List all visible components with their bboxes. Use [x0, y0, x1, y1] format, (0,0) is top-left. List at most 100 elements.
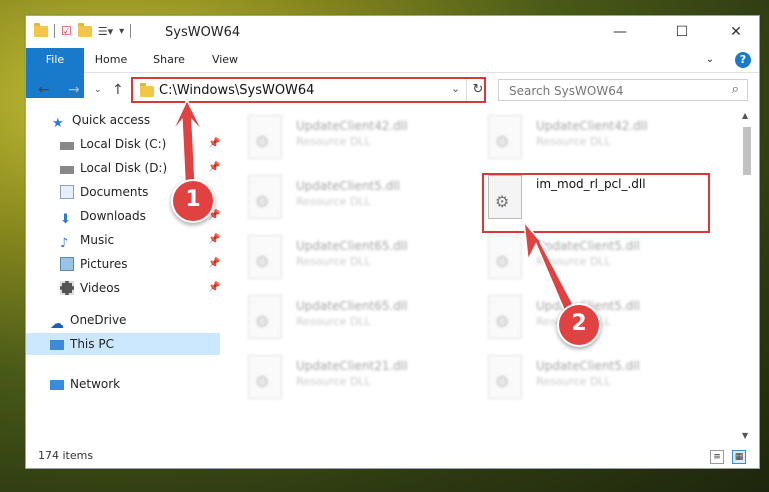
- up-arrow-icon[interactable]: ↑: [112, 82, 124, 98]
- sidebar-item-onedrive[interactable]: ☁ OneDrive: [50, 309, 127, 332]
- status-bar: 174 items ≡ ▦: [26, 446, 759, 468]
- sidebar-item-pictures[interactable]: Pictures: [60, 253, 128, 275]
- sidebar-item-network[interactable]: Network: [50, 373, 120, 395]
- search-icon: ⌕: [731, 82, 739, 97]
- file-name: UpdateClient21.dll: [296, 359, 408, 373]
- computer-icon: [50, 340, 64, 350]
- expand-ribbon-icon[interactable]: ⌄: [700, 48, 720, 72]
- address-path[interactable]: C:\Windows\SysWOW64: [159, 83, 314, 98]
- ribbon-tabs: File Home Share View ⌄ ?: [26, 48, 759, 98]
- file-name: UpdateClient5.dll: [536, 359, 640, 373]
- file-item[interactable]: ⚙ UpdateClient42.dll Resource DLL: [248, 115, 468, 165]
- address-row: ← → ⌄ ↑ C:\Windows\SysWOW64 ⌄ ↻ ⌕: [26, 73, 759, 107]
- address-bar[interactable]: C:\Windows\SysWOW64 ⌄: [131, 77, 486, 103]
- file-item[interactable]: ⚙ UpdateClient5.dll Resource DLL: [488, 355, 708, 405]
- sidebar-item-label: OneDrive: [70, 313, 127, 327]
- sidebar-item-this-pc[interactable]: This PC: [26, 333, 220, 355]
- file-item[interactable]: ⚙ UpdateClient42.dll Resource DLL: [488, 115, 708, 165]
- scroll-up-icon[interactable]: ▲: [742, 111, 748, 120]
- customize-icon[interactable]: ☰▾: [98, 25, 113, 38]
- new-folder-icon[interactable]: [77, 22, 92, 37]
- back-arrow-icon[interactable]: ←: [38, 82, 50, 98]
- properties-icon[interactable]: ☑: [61, 24, 72, 38]
- sidebar-item-videos[interactable]: Videos: [60, 277, 120, 299]
- sidebar-item-quick-access[interactable]: ★ Quick access: [52, 109, 150, 131]
- help-icon[interactable]: ?: [735, 52, 751, 68]
- qat-dropdown-icon[interactable]: ▾: [119, 26, 124, 37]
- sidebar-item-documents[interactable]: Documents: [60, 181, 148, 203]
- toolbar-separator: [130, 24, 132, 38]
- file-list: ⚙ UpdateClient42.dll Resource DLL ⚙ Upda…: [226, 107, 740, 442]
- folder-icon[interactable]: [34, 22, 48, 37]
- close-button[interactable]: ✕: [713, 16, 759, 48]
- tab-home[interactable]: Home: [86, 48, 136, 72]
- pictures-icon: [60, 257, 74, 271]
- pin-icon[interactable]: 📌: [208, 138, 220, 149]
- file-type: Resource DLL: [296, 135, 371, 148]
- large-icons-view-icon[interactable]: ▦: [732, 450, 746, 464]
- file-name: UpdateClient65.dll: [296, 239, 408, 253]
- dll-file-icon: ⚙: [488, 355, 522, 399]
- sidebar-item-label: Network: [70, 377, 121, 391]
- file-name: UpdateClient42.dll: [296, 119, 408, 133]
- file-name: UpdateClient5.dll: [536, 239, 640, 253]
- sidebar-item-downloads[interactable]: ⬇ Downloads: [60, 205, 146, 227]
- forward-arrow-icon[interactable]: →: [68, 82, 80, 98]
- dll-file-icon: ⚙: [248, 175, 282, 219]
- documents-icon: [60, 185, 74, 199]
- dll-file-icon: ⚙: [488, 235, 522, 279]
- file-name: UpdateClient5.dll: [296, 179, 400, 193]
- title-bar: ☑ ☰▾ ▾ SysWOW64 — ☐ ✕: [26, 16, 759, 48]
- file-item[interactable]: ⚙ UpdateClient5.dll Resource DLL: [248, 175, 468, 225]
- sidebar-item-local-disk-d[interactable]: Local Disk (D:): [60, 157, 167, 179]
- sidebar-item-label: This PC: [70, 337, 114, 351]
- download-icon: ⬇: [60, 212, 71, 227]
- target-file-highlight: [482, 173, 710, 233]
- pin-icon[interactable]: 📌: [208, 162, 220, 173]
- details-view-icon[interactable]: ≡: [710, 450, 724, 464]
- music-icon: ♪: [60, 236, 69, 251]
- vertical-scrollbar[interactable]: ▲ ▼: [741, 111, 753, 441]
- dll-file-icon: ⚙: [488, 115, 522, 159]
- file-item[interactable]: ⚙ UpdateClient21.dll Resource DLL: [248, 355, 468, 405]
- dll-file-icon: ⚙: [248, 115, 282, 159]
- file-type: Resource DLL: [296, 375, 371, 388]
- star-icon: ★: [52, 116, 64, 131]
- address-dropdown-icon[interactable]: ⌄: [451, 82, 460, 95]
- pin-icon[interactable]: 📌: [208, 234, 220, 245]
- dll-file-icon: ⚙: [248, 235, 282, 279]
- file-item[interactable]: ⚙ UpdateClient5.dll Resource DLL: [488, 235, 708, 285]
- file-name: UpdateClient42.dll: [536, 119, 648, 133]
- sidebar-item-local-disk-c[interactable]: Local Disk (C:): [60, 133, 166, 155]
- sidebar-item-label: Music: [80, 233, 115, 247]
- quick-access-toolbar: ☑ ☰▾ ▾: [34, 22, 132, 38]
- dll-file-icon: ⚙: [488, 295, 522, 339]
- dll-file-icon: ⚙: [248, 295, 282, 339]
- scroll-down-icon[interactable]: ▼: [742, 431, 748, 440]
- scrollbar-thumb[interactable]: [743, 127, 751, 175]
- file-item[interactable]: ⚙ UpdateClient65.dll Resource DLL: [248, 235, 468, 285]
- minimize-button[interactable]: —: [597, 16, 643, 48]
- refresh-icon[interactable]: ↻: [466, 79, 489, 101]
- pin-icon[interactable]: 📌: [208, 258, 220, 269]
- file-type: Resource DLL: [296, 195, 371, 208]
- item-count: 174 items: [38, 449, 94, 462]
- file-type: Resource DLL: [536, 255, 611, 268]
- sidebar-item-label: Local Disk (D:): [80, 161, 168, 175]
- sidebar-item-music[interactable]: ♪ Music: [60, 229, 114, 251]
- file-item[interactable]: ⚙ UpdateClient65.dll Resource DLL: [248, 295, 468, 345]
- search-input[interactable]: [507, 81, 721, 101]
- tab-share[interactable]: Share: [144, 48, 194, 72]
- pin-icon[interactable]: 📌: [208, 282, 220, 293]
- toolbar-separator: [54, 24, 55, 38]
- drive-icon: [60, 165, 74, 174]
- maximize-button[interactable]: ☐: [659, 16, 705, 48]
- sidebar-item-label: Downloads: [80, 209, 146, 223]
- drive-icon: [60, 141, 74, 150]
- explorer-window: ☑ ☰▾ ▾ SysWOW64 — ☐ ✕ File Home Share Vi…: [25, 15, 760, 469]
- search-box[interactable]: ⌕: [498, 79, 748, 101]
- sidebar-item-label: Local Disk (C:): [80, 137, 167, 151]
- recent-locations-icon[interactable]: ⌄: [94, 85, 102, 95]
- tab-view[interactable]: View: [202, 48, 248, 72]
- sidebar-item-label: Quick access: [72, 113, 151, 127]
